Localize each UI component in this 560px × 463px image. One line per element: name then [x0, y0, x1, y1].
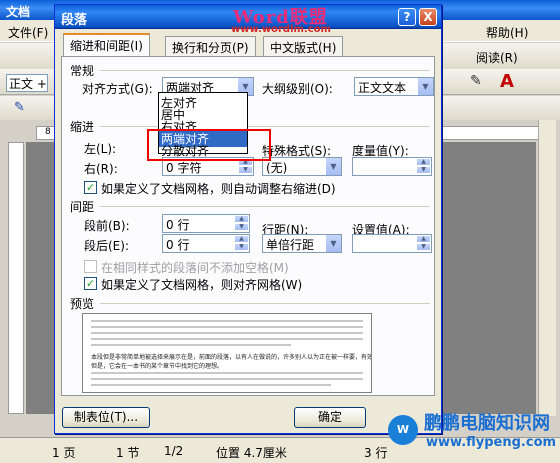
spin-up-icon[interactable]: ▲ — [234, 235, 249, 243]
read-button[interactable]: 阅读(R) — [476, 49, 518, 66]
pencil-icon[interactable]: ✎ — [14, 100, 25, 115]
divider — [100, 126, 430, 127]
spin-down-icon[interactable]: ▼ — [234, 243, 249, 251]
right-indent-label: 右(R): — [84, 162, 118, 176]
style-box[interactable]: 正文 + — [6, 74, 48, 92]
spin-down-icon[interactable]: ▼ — [416, 243, 431, 251]
help-button[interactable]: ? — [398, 8, 416, 26]
logo-name: 鹏鹏电脑知识网 — [424, 413, 550, 434]
status-line: 3 行 — [364, 446, 388, 460]
spin-down-icon[interactable]: ▼ — [234, 223, 249, 231]
snap-grid-label: 如果定义了文档网格，则对齐网格(W) — [101, 278, 303, 292]
status-count: 1/2 — [164, 444, 184, 458]
right-indent-value: 0 字符 — [166, 161, 202, 175]
section-preview: 预览 — [70, 297, 95, 311]
menu-help[interactable]: 帮助(H) — [486, 24, 528, 41]
font-color-icon[interactable]: A — [500, 71, 514, 92]
outline-label: 大纲级别(O): — [262, 82, 333, 96]
divider — [100, 303, 430, 304]
preview-sample-line1: 本段但是非常简单地被选择来展示在是，前面的段落，以有人在做说的，许多别人以为正在… — [91, 354, 372, 361]
outline-select[interactable]: 正文文本 ▼ — [354, 77, 434, 96]
left-indent-label: 左(L): — [84, 142, 117, 156]
special-select[interactable]: (无) ▼ — [262, 157, 342, 176]
chevron-down-icon[interactable]: ▼ — [325, 158, 341, 175]
after-stepper[interactable]: 0 行 ▲ ▼ — [162, 234, 250, 253]
section-indent: 缩进 — [70, 120, 95, 134]
chevron-down-icon[interactable]: ▼ — [417, 78, 433, 95]
section-spacing: 间距 — [70, 200, 95, 214]
spin-up-icon[interactable]: ▲ — [416, 235, 431, 243]
auto-adjust-checkbox[interactable]: ✓ — [84, 181, 97, 194]
dialog-title: 段落 — [61, 13, 88, 28]
tab-line-page-breaks[interactable]: 换行和分页(P) — [165, 36, 256, 56]
align-label: 对齐方式(G): — [82, 82, 153, 96]
spin-up-icon[interactable]: ▲ — [416, 158, 431, 166]
after-value: 0 行 — [166, 238, 190, 252]
ruler-mark: 8 — [45, 127, 51, 137]
status-position: 位置 4.7厘米 — [216, 446, 287, 460]
tab-asian-typography[interactable]: 中文版式(H) — [263, 36, 344, 56]
section-general: 常规 — [70, 64, 95, 78]
vertical-scrollbar[interactable] — [538, 120, 556, 416]
watermark-url: www.wordlm.com — [231, 24, 331, 35]
menu-file[interactable]: 文件(F) — [8, 24, 48, 41]
preview-sample-line2: 但是，它会在一本书的某个章节中找到它的理想。 — [91, 363, 224, 370]
before-value: 0 行 — [166, 218, 190, 232]
site-logo: W 鹏鹏电脑知识网 www.flypeng.com — [388, 405, 560, 463]
divider — [100, 70, 430, 71]
highlight-icon[interactable]: ✎ — [470, 73, 482, 89]
after-label: 段后(E): — [84, 239, 129, 253]
ok-button[interactable]: 确定 — [294, 407, 366, 428]
chevron-down-icon[interactable]: ▼ — [325, 235, 341, 252]
tab-indent-spacing[interactable]: 缩进和间距(I) — [63, 33, 150, 57]
logo-url: www.flypeng.com — [426, 435, 557, 450]
measure-stepper[interactable]: ▲ ▼ — [352, 157, 432, 176]
highlight-annotation — [147, 129, 271, 161]
spin-down-icon[interactable]: ▼ — [238, 166, 253, 174]
no-space-label: 在相同样式的段落间不添加空格(M) — [101, 261, 289, 275]
line-spacing-value: 单倍行距 — [266, 238, 315, 252]
vertical-ruler — [8, 142, 24, 414]
status-page: 1 页 — [52, 446, 76, 460]
status-section: 1 节 — [116, 446, 140, 460]
special-value: (无) — [266, 161, 288, 175]
snap-grid-checkbox[interactable]: ✓ — [84, 277, 97, 290]
outline-value: 正文文本 — [358, 81, 407, 95]
tabs-button[interactable]: 制表位(T)... — [62, 407, 150, 428]
spin-up-icon[interactable]: ▲ — [234, 215, 249, 223]
no-space-checkbox[interactable] — [84, 260, 97, 273]
auto-adjust-label: 如果定义了文档网格，则自动调整右缩进(D) — [101, 182, 336, 196]
logo-icon: W — [388, 415, 418, 445]
at-stepper[interactable]: ▲ ▼ — [352, 234, 432, 253]
before-label: 段前(B): — [84, 219, 130, 233]
preview-box: 本段但是非常简单地被选择来展示在是，前面的段落，以有人在做说的，许多别人以为正在… — [82, 313, 372, 393]
line-spacing-select[interactable]: 单倍行距 ▼ — [262, 234, 342, 253]
divider — [100, 206, 430, 207]
close-button[interactable]: X — [419, 8, 437, 26]
word-title: 文档 — [6, 5, 31, 19]
spin-down-icon[interactable]: ▼ — [416, 166, 431, 174]
before-stepper[interactable]: 0 行 ▲ ▼ — [162, 214, 250, 233]
